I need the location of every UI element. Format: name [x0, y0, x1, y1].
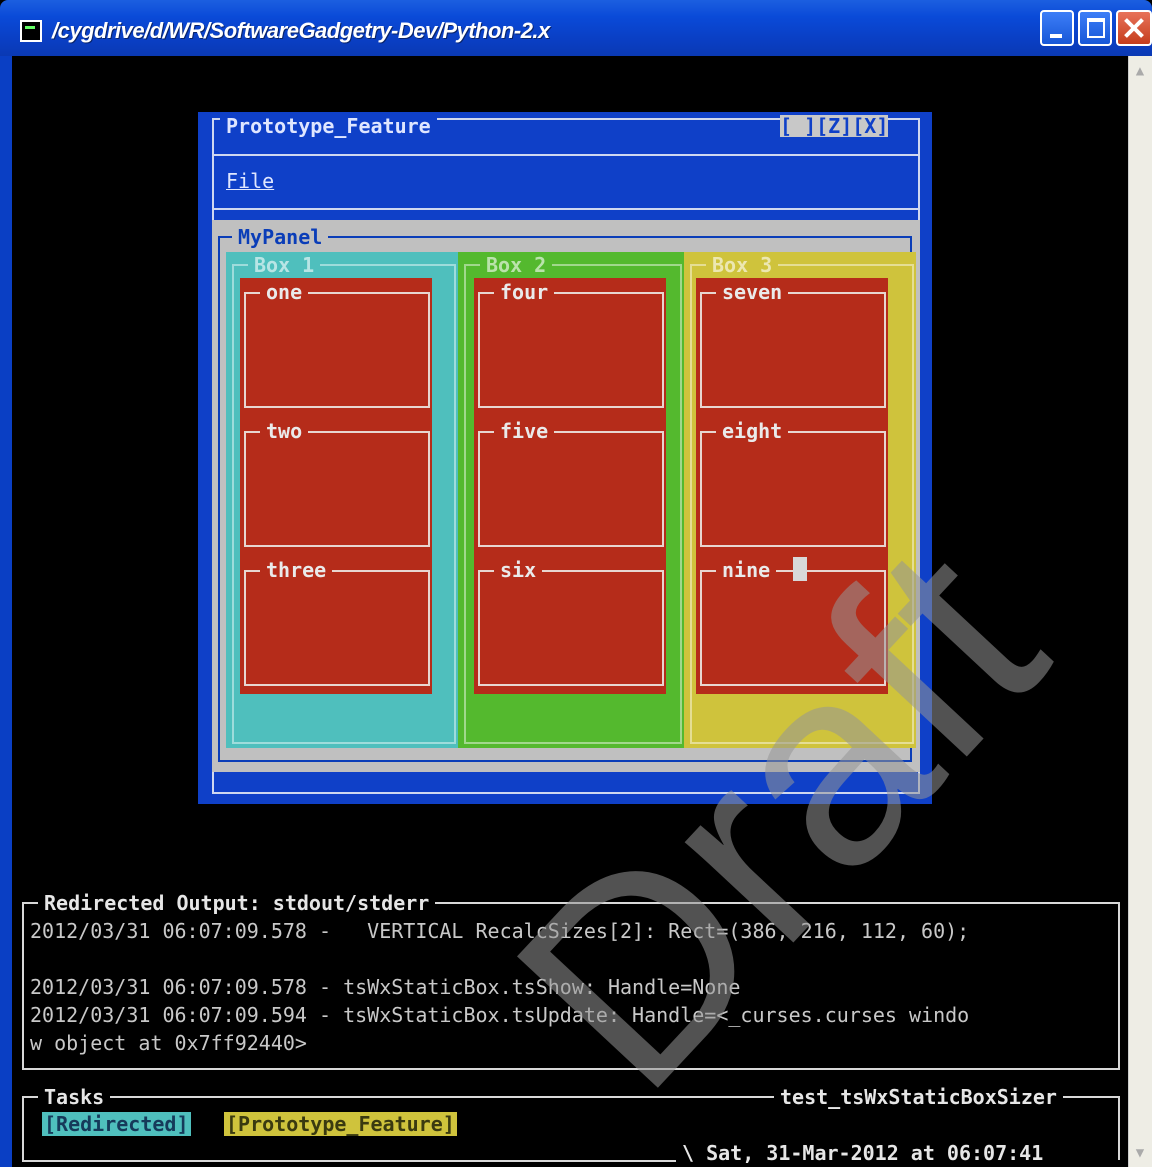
text-cursor	[793, 557, 807, 581]
static-box-label: five	[494, 420, 555, 442]
mypanel-title: MyPanel	[232, 226, 329, 248]
output-title: Redirected Output: stdout/stderr	[38, 892, 436, 914]
static-box-label: three	[260, 559, 333, 581]
vertical-scrollbar[interactable]	[1128, 56, 1152, 1167]
static-box-label: two	[260, 420, 309, 442]
task-redirected-button[interactable]: [Redirected]	[42, 1112, 191, 1136]
output-line: w object at 0x7ff92440>	[30, 1031, 307, 1055]
output-line: 2012/03/31 06:07:09.578 - VERTICAL Recal…	[30, 919, 970, 943]
minimize-button[interactable]	[1040, 10, 1074, 46]
frame-title: Prototype_Feature	[220, 115, 437, 137]
static-box-two	[244, 431, 430, 547]
menu-file[interactable]: File	[226, 170, 274, 192]
box-title: Box 1	[248, 254, 321, 276]
maximize-button[interactable]	[1078, 10, 1112, 46]
box-title: Box 2	[480, 254, 553, 276]
static-box-one	[244, 292, 430, 408]
static-box-four	[478, 292, 664, 408]
static-box-label: four	[494, 281, 555, 303]
output-line: 2012/03/31 06:07:09.594 - tsWxStaticBox.…	[30, 1003, 970, 1027]
scroll-down-icon[interactable]: ▼	[1130, 1142, 1150, 1164]
static-box-nine	[700, 570, 886, 686]
title-divider	[212, 154, 920, 156]
static-box-label: nine	[716, 559, 777, 581]
static-box-label: eight	[716, 420, 789, 442]
status-clock: \ Sat, 31-Mar-2012 at 06:07:41	[676, 1142, 1050, 1164]
static-box-seven	[700, 292, 886, 408]
static-box-six	[478, 570, 664, 686]
menu-divider	[212, 208, 920, 210]
static-box-label: seven	[716, 281, 789, 303]
app-name: test_tsWxStaticBoxSizer	[774, 1086, 1063, 1108]
static-box-three	[244, 570, 430, 686]
output-line: 2012/03/31 06:07:09.578 - tsWxStaticBox.…	[30, 975, 741, 999]
tasks-title: Tasks	[38, 1086, 111, 1108]
static-box-label: six	[494, 559, 543, 581]
task-prototype-feature-button[interactable]: [Prototype_Feature]	[224, 1112, 457, 1136]
scroll-up-icon[interactable]: ▲	[1130, 60, 1150, 82]
window-border	[0, 56, 12, 1167]
static-box-eight	[700, 431, 886, 547]
frame-buttons[interactable]: [ ][Z][X]	[780, 115, 889, 137]
window-title: /cygdrive/d/WR/SoftwareGadgetry-Dev/Pyth…	[52, 18, 550, 43]
tasks-bottom-line	[22, 1160, 682, 1162]
box-title: Box 3	[706, 254, 779, 276]
terminal-icon	[20, 20, 42, 42]
static-box-five	[478, 431, 664, 547]
close-button[interactable]	[1116, 10, 1152, 46]
static-box-label: one	[260, 281, 309, 303]
